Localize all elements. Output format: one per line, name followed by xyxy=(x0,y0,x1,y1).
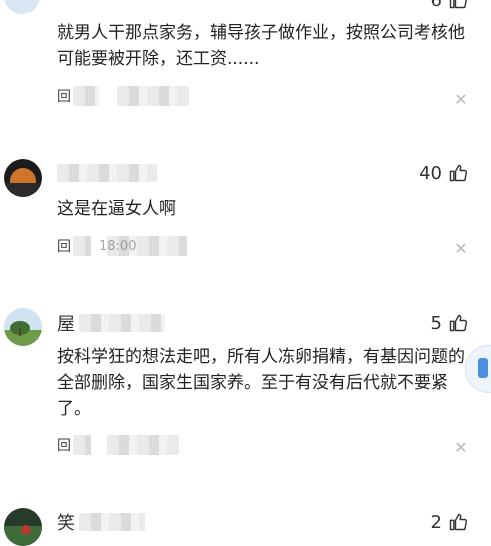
redacted-name xyxy=(79,314,165,332)
like-count-value: 6 xyxy=(430,0,442,11)
avatar[interactable] xyxy=(4,308,42,346)
like-count-value: 5 xyxy=(430,312,442,334)
like-count[interactable]: 40 xyxy=(419,161,468,185)
username-visible-part: 笑 xyxy=(57,513,75,534)
thumbs-up-icon[interactable] xyxy=(448,163,468,183)
redacted-name xyxy=(57,164,157,182)
comment-meta: 回 xyxy=(57,86,189,106)
avatar[interactable] xyxy=(4,508,42,546)
like-count[interactable]: 2 xyxy=(431,510,468,534)
username[interactable]: 屋 xyxy=(57,311,165,335)
redacted-meta xyxy=(117,86,189,106)
redacted-meta xyxy=(73,86,99,106)
redacted-name xyxy=(79,513,145,531)
redacted-meta xyxy=(73,435,91,455)
username[interactable]: 笑 xyxy=(57,510,145,534)
floating-action-button[interactable] xyxy=(465,345,491,393)
like-count-value: 40 xyxy=(419,162,442,184)
thumbs-up-icon[interactable] xyxy=(448,313,468,333)
username-visible-part: 屋 xyxy=(57,314,75,335)
comment-time: 18:00 xyxy=(99,238,137,254)
close-icon[interactable]: ✕ xyxy=(453,438,469,457)
avatar[interactable] xyxy=(4,0,40,14)
avatar[interactable] xyxy=(4,159,42,197)
comment-text: 就男人干那点家务，辅导孩子做作业，按照公司考核他可能要被开除，还工资...... xyxy=(57,23,465,69)
reply-link[interactable]: 回 xyxy=(57,236,71,256)
floating-button-icon xyxy=(478,358,488,378)
reply-link[interactable]: 回 xyxy=(57,86,71,106)
comment-text: 这是在逼女人啊 xyxy=(57,199,176,219)
thumbs-up-icon[interactable] xyxy=(448,0,468,10)
close-icon[interactable]: ✕ xyxy=(453,239,469,258)
redacted-meta xyxy=(73,236,91,256)
close-icon[interactable]: ✕ xyxy=(453,90,469,109)
redacted-meta xyxy=(107,435,179,455)
comment-meta: 回 xyxy=(57,435,179,455)
thumbs-up-icon[interactable] xyxy=(448,512,468,532)
reply-link[interactable]: 回 xyxy=(57,435,71,455)
like-count[interactable]: 5 xyxy=(431,311,468,335)
like-count-value: 2 xyxy=(430,511,442,533)
comment-text: 按科学狂的想法走吧，所有人冻卵捐精，有基因问题的全部删除，国家生国家养。至于有没… xyxy=(57,347,465,419)
like-count[interactable]: 6 xyxy=(431,0,468,12)
username[interactable] xyxy=(57,161,157,185)
comment-meta: 回 18:00 xyxy=(57,236,187,256)
